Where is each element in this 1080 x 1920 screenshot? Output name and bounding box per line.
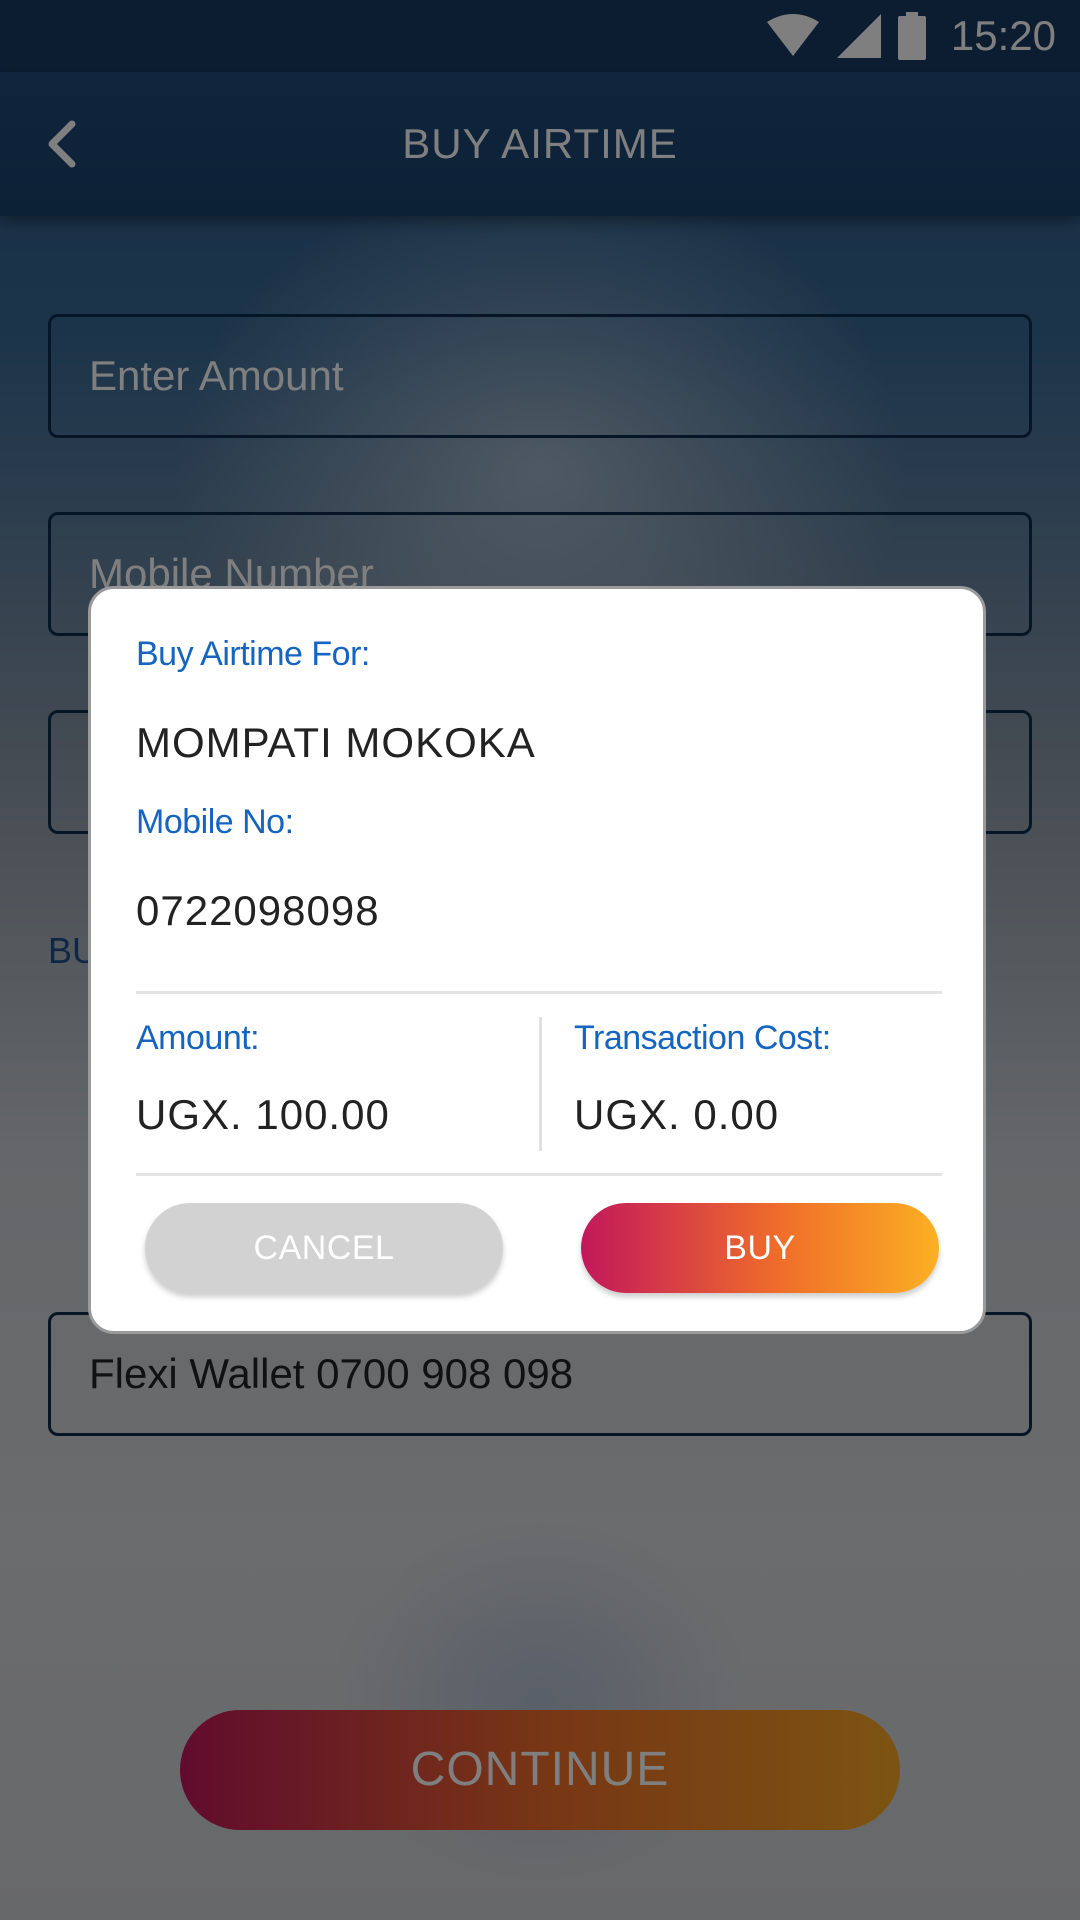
mobile-value: 0722098098: [136, 887, 380, 934]
transaction-cost-label: Transaction Cost:: [574, 1019, 831, 1057]
amount-value: UGX. 100.00: [136, 1091, 390, 1138]
cancel-button[interactable]: CANCEL: [145, 1203, 503, 1293]
buy-for-value: MOMPATI MOKOKA: [136, 719, 536, 766]
amount-label: Amount:: [136, 1019, 260, 1057]
divider: [136, 991, 942, 994]
transaction-cost-value: UGX. 0.00: [574, 1091, 780, 1138]
buy-button[interactable]: BUY: [581, 1203, 939, 1293]
confirm-dialog: Buy Airtime For: MOMPATI MOKOKA Mobile N…: [88, 586, 986, 1334]
buy-for-label: Buy Airtime For:: [136, 635, 370, 673]
divider-vertical: [539, 1017, 542, 1151]
divider: [136, 1173, 942, 1176]
mobile-label: Mobile No:: [136, 803, 294, 841]
